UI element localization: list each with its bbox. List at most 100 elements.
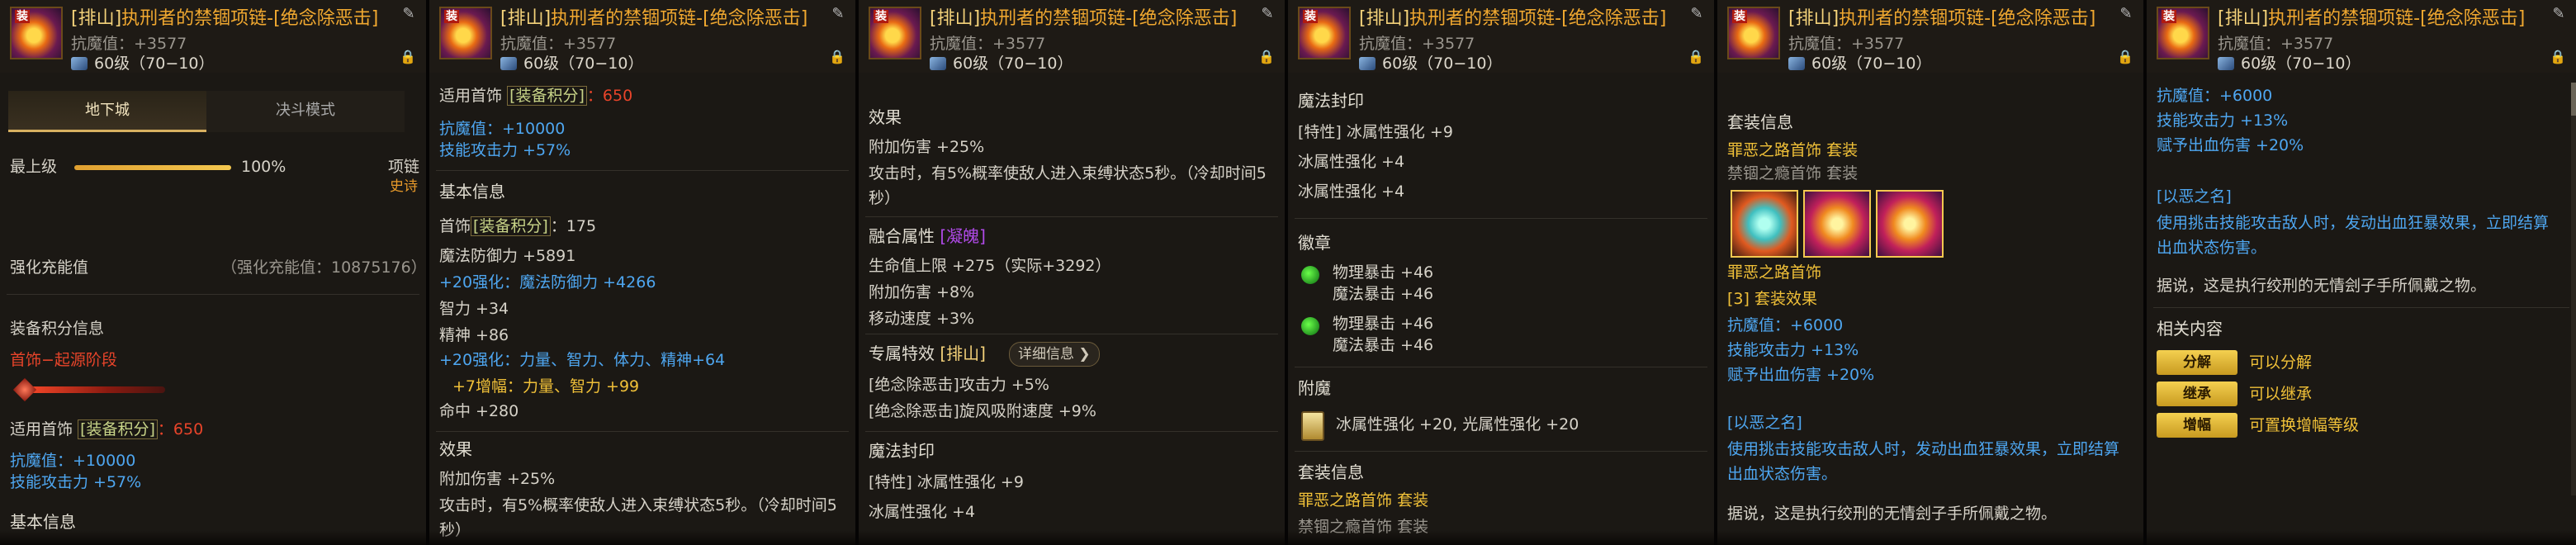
charge-label: 强化充能值 <box>10 258 89 277</box>
resist-value: 抗魔值：+3577 <box>930 35 1046 53</box>
basic-header: 基本信息 <box>439 182 505 201</box>
reinforce-progress-bar <box>74 165 231 170</box>
item-header: 装 [排山]执刑者的禁锢项链-[绝念除恶击] 抗魔值：+3577 60级（70−… <box>0 0 426 73</box>
resist-value: 抗魔值：+3577 <box>1788 35 1905 53</box>
tab-dungeon[interactable]: 地下城 <box>8 91 206 132</box>
item-tag: [排山] <box>71 8 122 29</box>
chevron-right-icon: ❯ <box>1078 346 1091 363</box>
fusion-hp: 生命值上限 +275（实际+3292） <box>869 257 1111 275</box>
item-thumbnail: 装 <box>1727 7 1780 59</box>
ep-line1: 抗魔值：+10000 <box>10 452 136 470</box>
inherit-desc: 可以继承 <box>2249 385 2313 403</box>
emblem1-b: 魔法暴击 +46 <box>1333 285 1434 303</box>
stat-spirit: 精神 +86 <box>439 326 509 344</box>
set-stat3: 赋予出血伤害 +20% <box>2157 136 2304 154</box>
seal-line2: 冰属性强化 +4 <box>1298 153 1405 171</box>
effect-line3: 秒） <box>869 189 901 207</box>
ep-line1: 抗魔值：+10000 <box>439 120 566 138</box>
emblem1-a: 物理暴击 +46 <box>1333 263 1434 282</box>
item-level: 60级（70−10） <box>71 51 214 73</box>
edit-icon[interactable]: ✎ <box>400 5 418 23</box>
level-gem-icon <box>930 57 946 70</box>
scrollbar[interactable] <box>2571 83 2576 495</box>
disassemble-desc: 可以分解 <box>2249 353 2313 372</box>
item-header: 装 [排山]执刑者的禁锢项链-[绝念除恶击] 抗魔值：+3577 60级（70−… <box>859 0 1285 73</box>
set-desc1: 使用挑击技能攻击敌人时，发动出血狂暴效果，立即结算 <box>2157 214 2550 232</box>
lock-icon[interactable]: 🔒 <box>2117 48 2133 66</box>
item-level: 60级（70−10） <box>930 51 1073 73</box>
edit-icon[interactable]: ✎ <box>2117 5 2135 23</box>
setinfo-header: 套装信息 <box>1727 112 1793 132</box>
set1-name: 罪恶之路首饰 套装 <box>1727 141 1859 159</box>
set-stat1: 抗魔值：+6000 <box>2157 87 2273 105</box>
set-piece-icon[interactable] <box>1731 190 1798 258</box>
set-stat1: 抗魔值：+6000 <box>1727 316 1844 334</box>
seal-line1: [特性] 冰属性强化 +9 <box>869 473 1024 491</box>
disassemble-button[interactable]: 分解 <box>2157 350 2237 375</box>
effect-line1: 附加伤害 +25% <box>439 470 556 488</box>
seal-header: 魔法封印 <box>1298 91 1364 111</box>
reinforce-percent: 100% <box>241 158 286 176</box>
edit-icon[interactable]: ✎ <box>1688 5 1706 23</box>
setinfo-header: 套装信息 <box>1298 462 1364 482</box>
item-title: [排山]执刑者的禁锢项链-[绝念除恶击] <box>1788 8 2096 29</box>
emblem-header: 徽章 <box>1298 233 1331 253</box>
lock-icon[interactable]: 🔒 <box>1688 48 1704 66</box>
tab-duel[interactable]: 决斗模式 <box>206 91 405 132</box>
applies-accessory: 适用首饰 [装备积分] ：650 <box>10 419 204 439</box>
emblem-icon <box>1301 266 1319 284</box>
edit-icon[interactable]: ✎ <box>1258 5 1276 23</box>
amplify-button[interactable]: 增幅 <box>2157 413 2237 438</box>
set-piece-icon[interactable] <box>1803 190 1871 258</box>
set-piece-icon[interactable] <box>1876 190 1944 258</box>
detail-button[interactable]: 详细信息 ❯ <box>1009 342 1100 367</box>
item-title: [排山]执刑者的禁锢项链-[绝念除恶击] <box>1359 8 1667 29</box>
mode-tabs: 地下城 决斗模式 <box>0 91 426 132</box>
edit-icon[interactable]: ✎ <box>2550 5 2568 23</box>
seal-line1: [特性] 冰属性强化 +9 <box>1298 123 1453 141</box>
inherit-button[interactable]: 继承 <box>2157 382 2237 406</box>
item-title: [排山]执刑者的禁锢项链-[绝念除恶击] <box>2218 8 2526 29</box>
special-line2: [绝念除恶击]旋风吸附速度 +9% <box>869 402 1096 420</box>
lock-icon[interactable]: 🔒 <box>400 48 416 66</box>
tooltip-panel-2: 装 [排山]执刑者的禁锢项链-[绝念除恶击] 抗魔值：+3577 60级（70−… <box>429 0 859 545</box>
lock-icon[interactable]: 🔒 <box>2550 48 2566 66</box>
item-level: 60级（70−10） <box>1788 51 1931 73</box>
ep-line2: 技能攻击力 +57% <box>10 473 142 491</box>
level-gem-icon <box>500 57 517 70</box>
resist-value: 抗魔值：+3577 <box>1359 35 1475 53</box>
edit-icon[interactable]: ✎ <box>829 5 847 23</box>
seal-line2: 冰属性强化 +4 <box>869 503 976 521</box>
charge-value: （强化充能值：10875176） <box>221 258 427 277</box>
fusion-header: 融合属性 [凝魄] <box>869 226 986 246</box>
set-desc2: 出血状态伤害。 <box>2157 239 2267 257</box>
slot-label: 项链 <box>388 158 420 176</box>
item-thumbnail: 装 <box>869 7 921 59</box>
set-desc2: 出血状态伤害。 <box>1727 465 1838 483</box>
equip-points-header: 装备积分信息 <box>10 320 105 338</box>
equip-stage: 首饰−起源阶段 <box>10 351 117 369</box>
lock-icon[interactable]: 🔒 <box>829 48 845 66</box>
lock-icon[interactable]: 🔒 <box>1258 48 1275 66</box>
enchant-header: 附魔 <box>1298 378 1331 398</box>
item-title: [排山]执刑者的禁锢项链-[绝念除恶击] <box>930 8 1238 29</box>
tooltip-panel-5: 装 [排山]执刑者的禁锢项链-[绝念除恶击] 抗魔值：+3577 60级（70−… <box>1717 0 2147 545</box>
set-name-tag: [以恶之名] <box>1727 414 1802 432</box>
tooltip-panel-3: 装 [排山]执刑者的禁锢项链-[绝念除恶击] 抗魔值：+3577 60级（70−… <box>859 0 1288 545</box>
thumb-badge: 装 <box>15 10 30 23</box>
max-level-label: 最上级 <box>10 158 58 176</box>
effect-header: 效果 <box>439 439 472 459</box>
effect-line2: 攻击时，有5%概率使敌人进入束缚状态5秒。（冷却时间5 <box>439 496 837 514</box>
set-stat3: 赋予出血伤害 +20% <box>1727 366 1875 384</box>
special-line1: [绝念除恶击]攻击力 +5% <box>869 376 1049 394</box>
item-level: 60级（70−10） <box>1359 51 1502 73</box>
rarity-label: 史诗 <box>390 178 418 195</box>
level-gem-icon <box>1359 57 1376 70</box>
level-gem-icon <box>71 57 88 70</box>
amplify-desc: 可置换增幅等级 <box>2249 416 2360 434</box>
emblem-icon <box>1301 317 1319 335</box>
scrollbar-thumb[interactable] <box>2571 83 2576 116</box>
set-lore: 据说，这是执行绞刑的无情刽子手所佩戴之物。 <box>2157 277 2487 295</box>
applies-accessory: 适用首饰 [装备积分] ：650 <box>439 86 633 106</box>
tooltip-panel-4: 装 [排山]执刑者的禁锢项链-[绝念除恶击] 抗魔值：+3577 60级（70−… <box>1288 0 1717 545</box>
